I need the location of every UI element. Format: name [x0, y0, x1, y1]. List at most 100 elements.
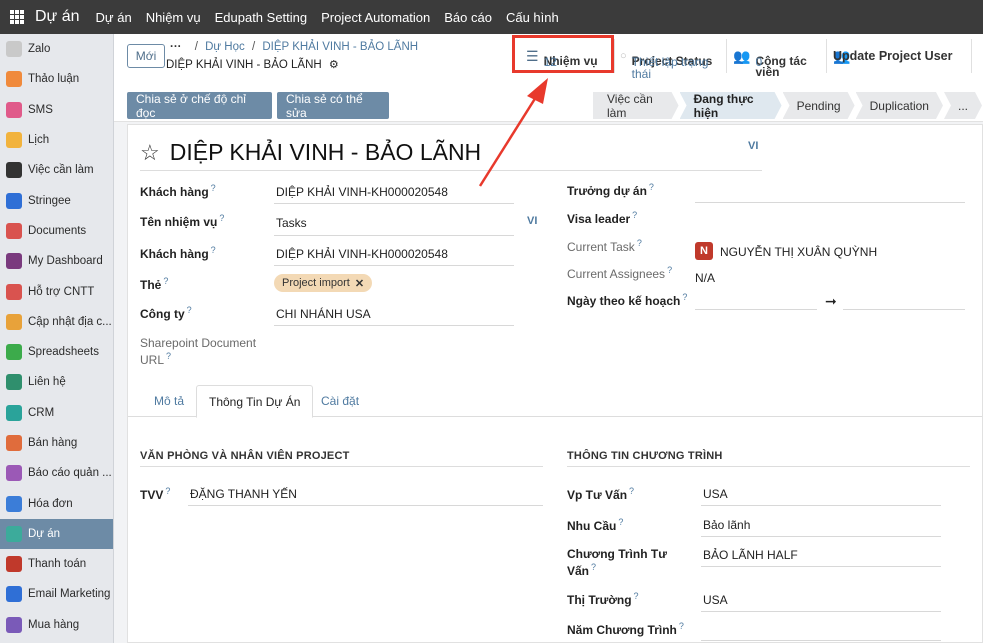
- stage-more[interactable]: ...: [944, 92, 982, 119]
- field-label-chuong-trinh-2: Vấn?: [567, 562, 597, 578]
- menu-bao-cao[interactable]: Báo cáo: [444, 10, 492, 25]
- tvv-field[interactable]: ĐẶNG THANH YẾN: [190, 487, 297, 501]
- visa-leader-field[interactable]: NGUYỄN THỊ XUÂN QUỲNH: [720, 245, 877, 259]
- collaborators-button[interactable]: 👥 Cộng tác viên 0: [726, 39, 826, 78]
- update-project-user-button[interactable]: 👥 Update Project User: [826, 39, 971, 73]
- contacts-icon: [6, 374, 22, 391]
- close-icon[interactable]: ✕: [355, 277, 364, 290]
- menu-du-an[interactable]: Dự án: [96, 10, 132, 25]
- sidebar-item[interactable]: Hỗ trợ CNTT: [0, 276, 113, 306]
- sidebar-item[interactable]: Documents: [0, 216, 113, 246]
- helpdesk-icon: [6, 283, 22, 300]
- field-label-khach-hang: Khách hàng?: [140, 183, 216, 199]
- control-panel: Mới ··· / Dự Học / DIỆP KHẢI VINH - BẢO …: [114, 34, 983, 122]
- star-icon[interactable]: ☆: [140, 140, 160, 166]
- sidebar-item-label: Cập nhật địa c...: [28, 315, 112, 328]
- sidebar-item[interactable]: CRM: [0, 398, 113, 428]
- title-row: ☆ DIỆP KHẢI VINH - BẢO LÃNH: [140, 139, 481, 166]
- field-label-current-task: Current Task?: [567, 238, 642, 254]
- field-underline: [274, 265, 514, 266]
- field-label-visa-leader: Visa leader?: [567, 210, 638, 226]
- chuong-trinh-field[interactable]: BẢO LÃNH HALF: [703, 548, 798, 562]
- share-editable-button[interactable]: Chia sẻ có thể sửa: [277, 92, 389, 120]
- stage-viec-can-lam[interactable]: Việc cần làm: [593, 92, 679, 119]
- vp-field[interactable]: USA: [703, 487, 728, 501]
- lang-button[interactable]: VI: [748, 140, 758, 152]
- apps-grid-icon[interactable]: [10, 10, 24, 24]
- sidebar-item[interactable]: Zalo: [0, 34, 113, 64]
- sidebar-item[interactable]: Lịch: [0, 125, 113, 155]
- date-end-field[interactable]: [843, 309, 965, 310]
- notebook-tabs: Mô tả Thông Tin Dự Án Cài đặt: [128, 385, 982, 418]
- sms-icon: [6, 101, 22, 118]
- sidebar-item[interactable]: Bán hàng: [0, 428, 113, 458]
- sidebar-item[interactable]: Cập nhật địa c...: [0, 307, 113, 337]
- breadcrumb: ··· / Dự Học / DIỆP KHẢI VINH - BẢO LÃNH: [170, 41, 418, 53]
- stage-duplication[interactable]: Duplication: [856, 92, 943, 119]
- field-label-tvv: TVV?: [140, 486, 171, 502]
- project-name-field[interactable]: DIỆP KHẢI VINH - BẢO LÃNH: [170, 139, 481, 166]
- sidebar-item[interactable]: Stringee: [0, 185, 113, 215]
- project-manager-field[interactable]: [695, 202, 965, 203]
- sidebar-item-label: Liên hệ: [28, 376, 66, 389]
- nhu-cau-field[interactable]: Bảo lãnh: [703, 518, 750, 532]
- field-label-current-assignees: Current Assignees?: [567, 265, 673, 281]
- status-value: Thiết lập trạng thái: [631, 55, 709, 81]
- sidebar-item[interactable]: Liên hệ: [0, 367, 113, 397]
- tab-mo-ta[interactable]: Mô tả: [142, 385, 196, 417]
- new-button[interactable]: Mới: [127, 44, 165, 68]
- users-icon: 👥: [733, 47, 751, 64]
- tab-thong-tin-du-an[interactable]: Thông Tin Dự Án: [196, 385, 314, 418]
- menu-cau-hinh[interactable]: Cấu hình: [506, 10, 559, 25]
- sidebar-item[interactable]: SMS: [0, 95, 113, 125]
- sidebar-item[interactable]: Báo cáo quản ...: [0, 458, 113, 488]
- payment-icon: [6, 556, 22, 573]
- field-label-khach-hang-2: Khách hàng?: [140, 245, 216, 261]
- customer-field-2[interactable]: DIỆP KHẢI VINH-KH000020548: [276, 247, 448, 261]
- gear-icon[interactable]: ⚙: [329, 58, 339, 71]
- date-start-field[interactable]: [695, 309, 817, 310]
- field-label-nam-chuong-trinh: Năm Chương Trình?: [567, 621, 684, 637]
- sidebar-item-label: Email Marketing: [28, 588, 111, 601]
- discuss-icon: [6, 71, 22, 88]
- share-readonly-button[interactable]: Chia sẻ ở chế độ chỉ đọc: [127, 92, 272, 120]
- zalo-icon: [6, 41, 22, 58]
- customer-field[interactable]: DIỆP KHẢI VINH-KH000020548: [276, 185, 448, 199]
- sidebar-item[interactable]: Thảo luận: [0, 64, 113, 94]
- sidebar-item-label: SMS: [28, 103, 53, 116]
- sidebar-item[interactable]: Spreadsheets: [0, 337, 113, 367]
- tag-project-import[interactable]: Project import ✕: [274, 274, 373, 292]
- sidebar-item[interactable]: Thanh toán: [0, 549, 113, 579]
- sidebar-item[interactable]: Hóa đơn: [0, 488, 113, 518]
- nam-chuong-trinh-field[interactable]: [701, 640, 941, 641]
- sidebar-item-label: Zalo: [28, 43, 51, 56]
- app-brand[interactable]: Dự án: [35, 8, 80, 26]
- menu-edupath-setting[interactable]: Edupath Setting: [215, 10, 308, 25]
- current-task-value: N/A: [695, 271, 716, 285]
- email-marketing-icon: [6, 586, 22, 603]
- purchase-icon: [6, 616, 22, 633]
- task-name-field[interactable]: Tasks: [276, 216, 307, 230]
- sidebar-item[interactable]: Email Marketing: [0, 579, 113, 609]
- stage-pending[interactable]: Pending: [783, 92, 855, 119]
- stage-dang-thuc-hien[interactable]: Đang thực hiện: [680, 92, 782, 119]
- menu-project-automation[interactable]: Project Automation: [321, 10, 430, 25]
- menu-nhiem-vu[interactable]: Nhiệm vụ: [146, 10, 201, 25]
- lang-button[interactable]: VI: [527, 215, 537, 227]
- sidebar-item[interactable]: Dự án: [0, 518, 113, 550]
- field-underline: [274, 235, 514, 236]
- tab-cai-dat[interactable]: Cài đặt: [309, 385, 371, 417]
- sidebar-item-label: Dự án: [28, 527, 60, 540]
- more-smart-buttons[interactable]: [971, 39, 983, 73]
- sidebar-item[interactable]: My Dashboard: [0, 246, 113, 276]
- field-label-sharepoint: Sharepoint Document: [140, 336, 257, 350]
- breadcrumb-more-icon[interactable]: ···: [170, 41, 182, 53]
- sidebar-item[interactable]: Việc cần làm: [0, 155, 113, 185]
- breadcrumb-project[interactable]: DIỆP KHẢI VINH - BẢO LÃNH: [262, 41, 418, 53]
- sidebar-item-label: Stringee: [28, 194, 71, 207]
- project-status-button[interactable]: ○ Project Status Thiết lập trạng thái: [614, 39, 726, 80]
- thi-truong-field[interactable]: USA: [703, 593, 728, 607]
- sidebar-item[interactable]: Mua hàng: [0, 610, 113, 640]
- breadcrumb-du-hoc[interactable]: Dự Học: [205, 41, 245, 53]
- company-field[interactable]: CHI NHÁNH USA: [276, 307, 371, 321]
